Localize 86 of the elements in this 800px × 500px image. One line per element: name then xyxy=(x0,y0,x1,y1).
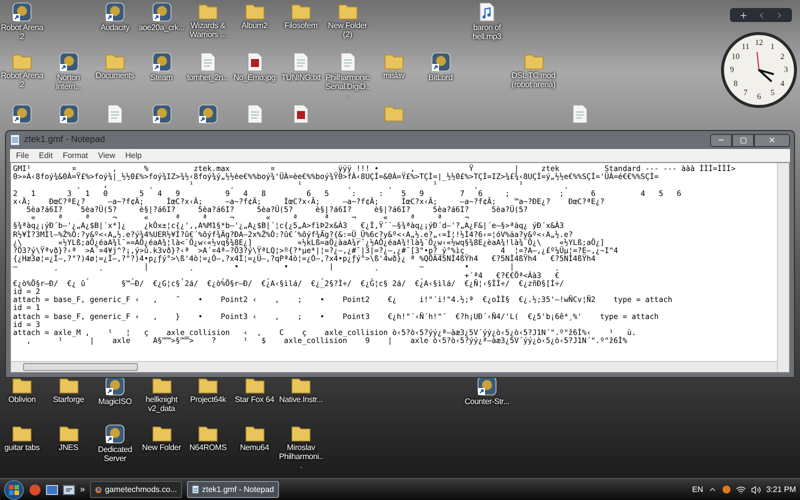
minimize-button[interactable] xyxy=(710,134,732,146)
close-icon xyxy=(768,136,776,144)
shortcut-icon xyxy=(12,2,32,22)
document-icon xyxy=(107,104,123,124)
network-icon[interactable] xyxy=(736,484,746,494)
image-file-icon xyxy=(246,52,262,72)
shortcut-icon xyxy=(58,52,78,72)
clock-number: 5 xyxy=(770,89,776,98)
shortcut-icon xyxy=(105,2,125,22)
more-chevron[interactable]: » xyxy=(80,482,86,496)
audio-file-icon xyxy=(479,2,495,22)
folder-icon xyxy=(198,424,218,442)
clock-number: 1 xyxy=(770,42,776,51)
folder-icon xyxy=(291,2,311,20)
clock-number: 11 xyxy=(742,42,750,51)
menu-item[interactable]: Help xyxy=(125,150,142,160)
scrollbar-thumb[interactable] xyxy=(23,363,138,371)
taskbar-button[interactable]: ztek1.gmf - Notepad xyxy=(187,481,280,498)
clock-number: 3 xyxy=(783,66,789,74)
horizontal-scrollbar[interactable] xyxy=(11,361,777,372)
clock-number: 7 xyxy=(742,89,748,98)
clock-number: 9 xyxy=(729,66,735,74)
clock-hands-icon xyxy=(756,52,774,82)
shortcut-icon xyxy=(152,52,172,72)
shortcut-icon xyxy=(198,104,218,124)
folder-icon xyxy=(244,376,264,394)
maximize-button[interactable] xyxy=(732,134,754,146)
image-file-icon xyxy=(293,104,309,124)
shortcut-icon xyxy=(105,376,125,396)
clock-number: 6 xyxy=(756,93,762,101)
clock-number: 12 xyxy=(755,39,763,47)
folder-icon xyxy=(198,2,218,20)
close-button[interactable] xyxy=(754,134,790,146)
folder-icon xyxy=(524,52,544,70)
clock-number: 4 xyxy=(779,80,786,88)
taskbar-button[interactable]: gametechmods.co... xyxy=(90,481,182,498)
folder-icon xyxy=(12,376,32,394)
clock-time[interactable]: 3:21 PM xyxy=(766,484,796,496)
notepad-icon xyxy=(192,484,199,495)
show-hidden-icons-icon[interactable] xyxy=(708,485,718,494)
window-title: ztek1.gmf - Notepad xyxy=(24,133,106,146)
browser-icon xyxy=(95,484,102,494)
document-icon xyxy=(293,52,309,72)
notepad-icon xyxy=(10,134,20,146)
menu-item[interactable]: Format xyxy=(62,150,88,160)
folder-icon xyxy=(152,376,172,394)
shortcut-icon xyxy=(152,104,172,124)
folder-icon xyxy=(338,2,358,20)
menu-item[interactable]: View xyxy=(98,150,116,160)
folder-icon xyxy=(58,376,78,394)
maximize-icon xyxy=(740,136,746,144)
folder-icon xyxy=(384,52,404,70)
folder-icon xyxy=(384,104,404,122)
start-button-icon[interactable] xyxy=(4,480,24,500)
document-icon xyxy=(340,52,356,72)
clock-number: 2 xyxy=(779,52,786,60)
quick-launch-icon[interactable] xyxy=(46,484,58,496)
quick-launch-icon[interactable] xyxy=(63,484,75,496)
volume-icon[interactable] xyxy=(751,484,762,494)
menu-item[interactable]: Edit xyxy=(38,150,53,160)
folder-icon xyxy=(244,424,264,442)
shortcut-icon xyxy=(105,424,125,444)
menu-item[interactable]: File xyxy=(16,150,29,160)
add-icon[interactable] xyxy=(738,10,748,20)
shortcut-icon xyxy=(152,2,172,22)
shortcut-icon xyxy=(477,376,497,396)
folder-icon xyxy=(12,424,32,442)
folder-icon xyxy=(244,2,264,20)
clock-number: 8 xyxy=(732,80,739,88)
tray-app-icon[interactable] xyxy=(722,485,732,494)
document-icon xyxy=(246,104,262,124)
folder-icon xyxy=(152,424,172,442)
shortcut-icon xyxy=(430,52,450,72)
shortcut-icon xyxy=(12,104,32,124)
document-icon xyxy=(200,52,216,72)
folder-icon xyxy=(12,52,32,70)
clock-number: 10 xyxy=(732,52,740,60)
folder-icon xyxy=(291,424,311,442)
shortcut-icon xyxy=(58,104,78,124)
language-indicator[interactable]: EN xyxy=(692,484,704,496)
folder-icon xyxy=(58,424,78,442)
folder-icon xyxy=(198,376,218,394)
folder-icon xyxy=(105,52,125,70)
document-icon xyxy=(572,104,588,124)
vertical-scrollbar[interactable] xyxy=(777,163,789,372)
folder-icon xyxy=(291,376,311,394)
